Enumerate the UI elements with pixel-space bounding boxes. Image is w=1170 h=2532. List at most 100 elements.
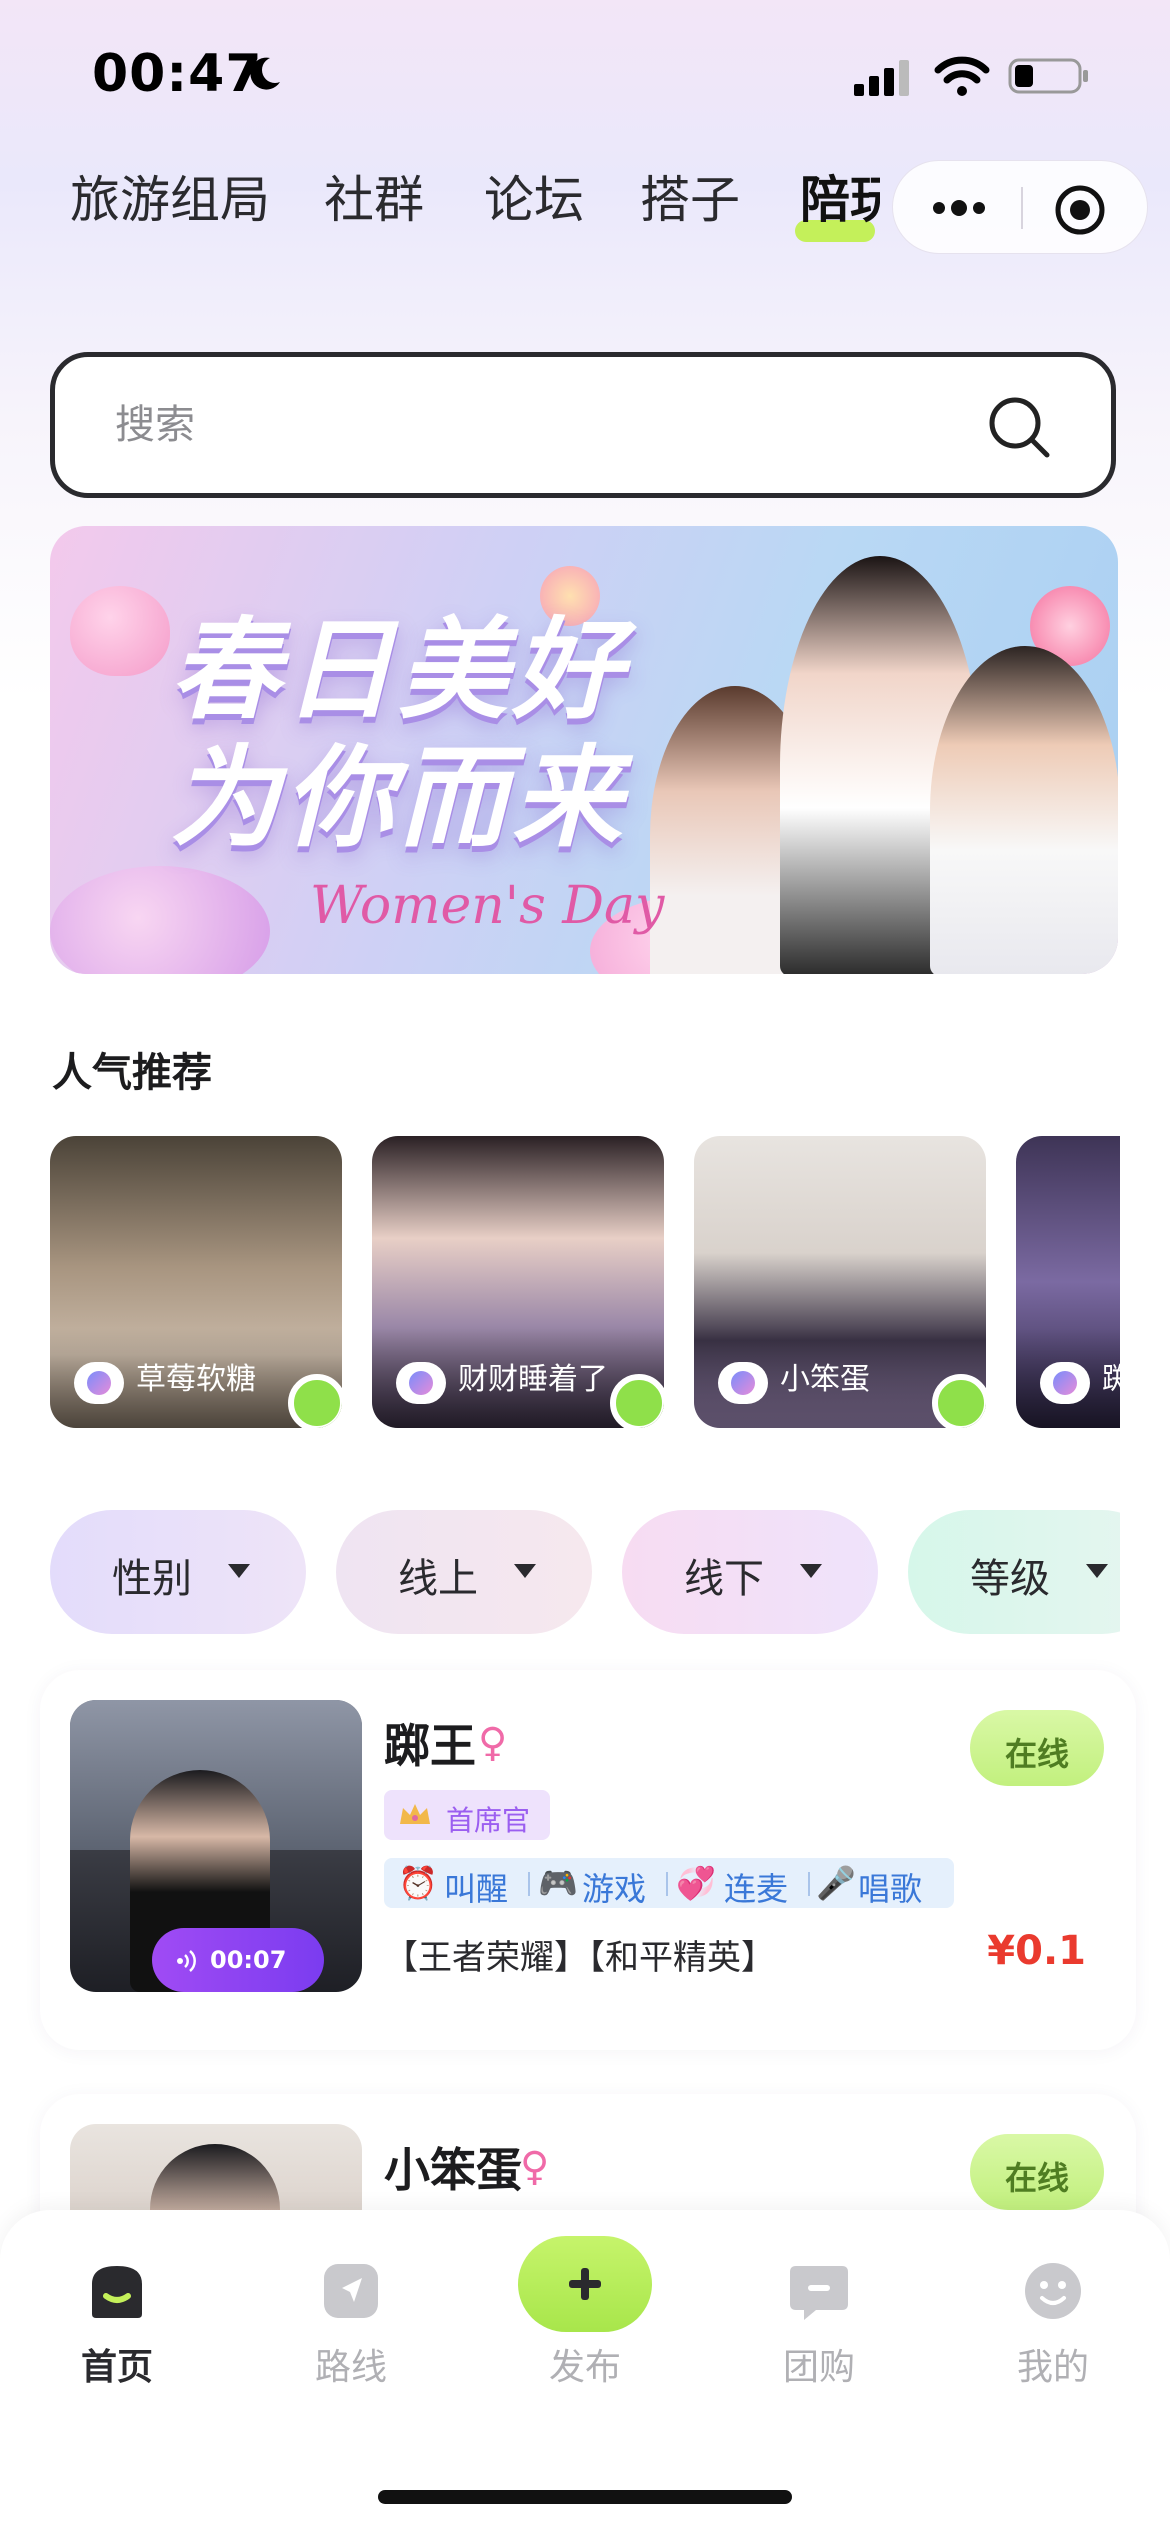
caret-down-icon <box>1086 1564 1108 1578</box>
banner-title-line2: 为你而来 <box>170 734 626 862</box>
plus-icon <box>569 2268 601 2300</box>
banner-model-right <box>930 646 1118 974</box>
promo-banner[interactable]: 春日美好 为你而来 Women's Day <box>50 526 1118 974</box>
smiley-face-icon <box>1025 2263 1081 2319</box>
nav-label: 团购 <box>782 2347 855 2388</box>
female-icon: ♀ <box>520 2144 550 2190</box>
home-icon <box>92 2266 142 2318</box>
tab-companion[interactable]: 陪玩 <box>800 160 880 232</box>
nav-label: 路线 <box>314 2347 387 2388</box>
tag-separator <box>666 1872 668 1896</box>
status-text: 在线 <box>1005 2159 1070 2197</box>
female-icon: ♀ <box>478 1720 508 1766</box>
rank-label: 首席官 <box>446 1804 531 1837</box>
listing-price: ¥0.1 <box>987 1928 1086 1974</box>
more-icon[interactable] <box>929 191 989 225</box>
nav-label: 首页 <box>80 2347 153 2388</box>
publish-button[interactable] <box>518 2236 652 2332</box>
voice-badge-icon <box>74 1362 124 1404</box>
tab-community[interactable]: 社群 <box>324 160 424 232</box>
filter-offline[interactable]: 线下 <box>622 1510 878 1634</box>
banner-title-line1: 春日美好 <box>170 606 626 734</box>
search-input[interactable] <box>115 385 975 465</box>
bubble-decoration <box>50 866 270 974</box>
voice-badge-icon <box>396 1362 446 1404</box>
status-text: 在线 <box>1005 1735 1070 1773</box>
recommend-carousel[interactable]: 草莓软糖 财财睡着了 小笨蛋 踯 <box>50 1136 1120 1428</box>
recommend-card[interactable]: 财财睡着了 <box>372 1136 664 1428</box>
tag-label: 唱歌 <box>858 1870 923 1908</box>
rank-badge: 首席官 <box>384 1790 550 1840</box>
online-dot-icon <box>288 1374 342 1428</box>
recommend-card[interactable]: 小笨蛋 <box>694 1136 986 1428</box>
nav-profile[interactable]: 我的 <box>936 2210 1170 2410</box>
moon-icon <box>250 57 280 90</box>
recommend-card[interactable]: 踯 <box>1016 1136 1120 1428</box>
microphone-icon: 🎤 <box>816 1864 856 1902</box>
caret-down-icon <box>514 1564 536 1578</box>
signal-icon <box>854 60 909 96</box>
tag-label: 游戏 <box>582 1870 647 1908</box>
gamepad-icon: 🎮 <box>538 1864 578 1902</box>
caret-down-icon <box>800 1564 822 1578</box>
nav-label: 我的 <box>1016 2347 1089 2388</box>
nav-label: 发布 <box>548 2347 621 2388</box>
recommend-name: 财财睡着了 <box>458 1362 608 1397</box>
listing-card[interactable]: 00:07 踯王 ♀ 在线 首席官 ⏰ 叫醒 🎮 游戏 💞 连麦 🎤 唱歌 【王… <box>40 1670 1136 2050</box>
filter-label: 线下 <box>684 1556 764 1602</box>
banner-title: 春日美好 为你而来 <box>170 606 626 862</box>
voice-badge-icon <box>718 1362 768 1404</box>
tag-separator <box>528 1872 530 1896</box>
online-dot-icon <box>610 1374 664 1428</box>
online-status-badge: 在线 <box>970 2134 1104 2210</box>
filter-chip-row: 性别 线上 线下 等级 <box>50 1510 1120 1634</box>
nav-group-buy[interactable]: 团购 <box>702 2210 936 2410</box>
tag-label: 连麦 <box>724 1870 789 1908</box>
status-time: 00:47 <box>92 44 263 104</box>
tab-forum[interactable]: 论坛 <box>484 160 584 232</box>
heart-balloon-decoration <box>70 586 170 676</box>
voice-badge-icon <box>1040 1362 1090 1404</box>
nav-route[interactable]: 路线 <box>234 2210 468 2410</box>
recommend-name: 小笨蛋 <box>780 1362 870 1397</box>
voice-wave-icon <box>177 1950 196 1972</box>
recommend-name: 草莓软糖 <box>136 1362 256 1397</box>
alarm-clock-icon: ⏰ <box>398 1864 438 1902</box>
crown-icon <box>400 1804 430 1824</box>
nav-publish[interactable]: 发布 <box>468 2210 702 2410</box>
wifi-icon <box>934 56 990 96</box>
search-bar[interactable] <box>50 352 1116 498</box>
capsule-divider <box>1021 187 1023 229</box>
listing-games: 【王者荣耀】【和平精英】 <box>384 1938 775 1978</box>
chat-bubble-icon <box>790 2266 848 2320</box>
filter-level[interactable]: 等级 <box>908 1510 1120 1634</box>
battery-icon <box>1008 58 1088 94</box>
nav-home[interactable]: 首页 <box>0 2210 234 2410</box>
caret-down-icon <box>228 1564 250 1578</box>
online-dot-icon <box>932 1374 986 1428</box>
listing-name: 踯王 <box>384 1719 476 1773</box>
mini-program-capsule <box>892 160 1148 254</box>
recommend-card[interactable]: 草莓软糖 <box>50 1136 342 1428</box>
filter-online[interactable]: 线上 <box>336 1510 592 1634</box>
close-miniprogram-icon[interactable] <box>1053 183 1107 237</box>
recommend-name: 踯 <box>1102 1362 1120 1397</box>
voice-duration: 00:07 <box>210 1946 287 1974</box>
heart-icon: 💞 <box>676 1864 716 1902</box>
filter-label: 线上 <box>398 1556 478 1602</box>
home-indicator[interactable] <box>378 2490 792 2504</box>
banner-subtitle: Women's Day <box>310 876 665 936</box>
section-title-popular: 人气推荐 <box>52 1050 212 1096</box>
filter-gender[interactable]: 性别 <box>50 1510 306 1634</box>
listing-name: 小笨蛋 <box>384 2143 522 2197</box>
voice-intro-button[interactable]: 00:07 <box>152 1928 324 1992</box>
tab-travel-group[interactable]: 旅游组局 <box>70 160 270 232</box>
online-status-badge: 在线 <box>970 1710 1104 1786</box>
tab-buddy[interactable]: 搭子 <box>640 160 740 232</box>
filter-label: 等级 <box>970 1556 1050 1602</box>
bottom-nav-bar: 首页 路线 发布 团购 我的 <box>0 2210 1170 2532</box>
search-icon[interactable] <box>985 393 1053 461</box>
top-tab-bar: 旅游组局 社群 论坛 搭子 陪玩 <box>0 160 880 270</box>
service-tags: ⏰ 叫醒 🎮 游戏 💞 连麦 🎤 唱歌 <box>384 1858 954 1908</box>
tag-separator <box>808 1872 810 1896</box>
